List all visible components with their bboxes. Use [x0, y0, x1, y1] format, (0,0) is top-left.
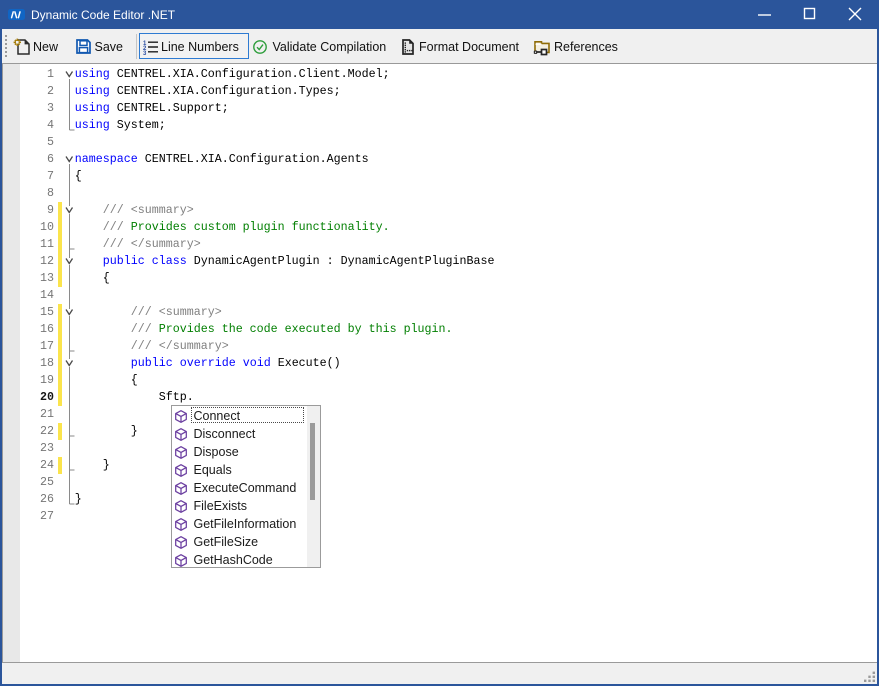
svg-text:3: 3 — [143, 51, 147, 56]
